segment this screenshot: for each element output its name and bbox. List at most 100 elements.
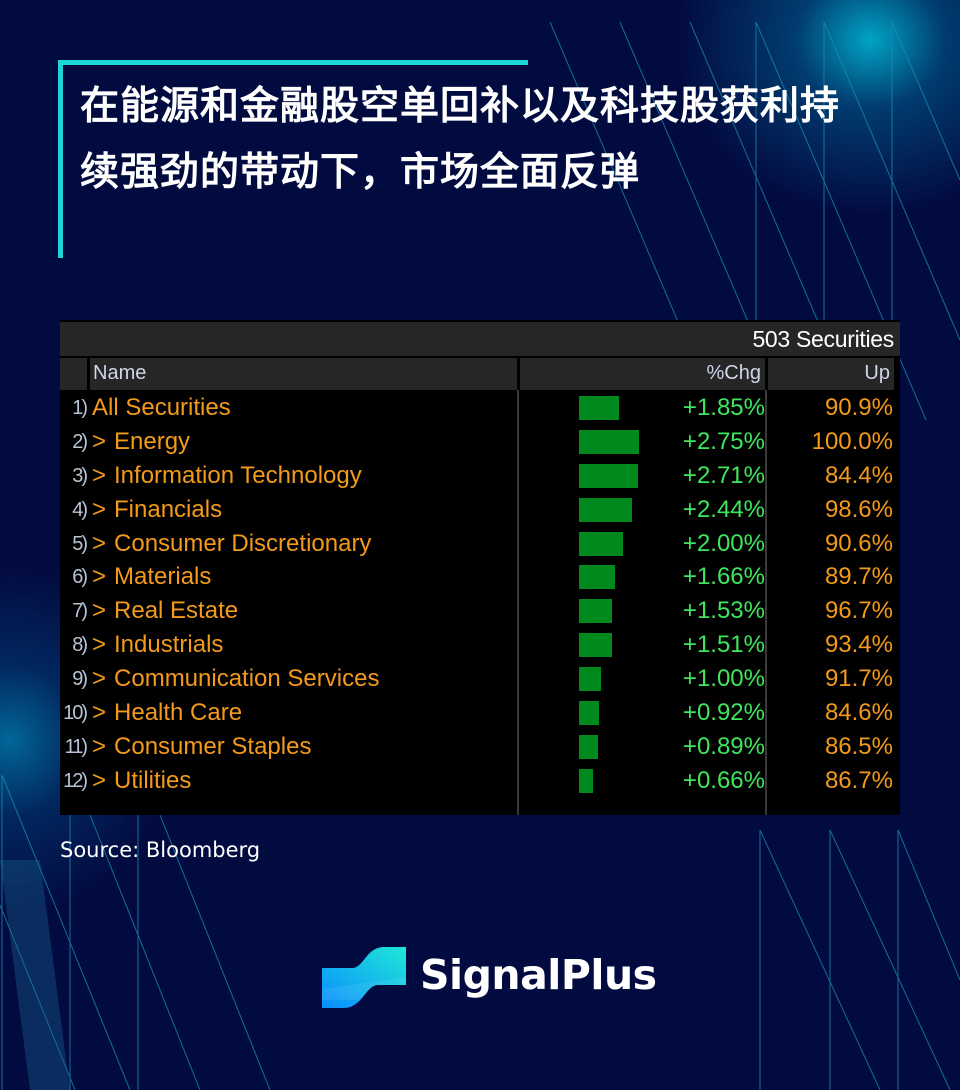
chg-bar [579,768,593,793]
row-name[interactable]: > Health Care [92,696,242,730]
row-chg-value: +2.75% [682,427,765,455]
table-row[interactable]: 11) > Consumer Staples +0.89% 86.5% [60,730,900,764]
table-row[interactable]: 2) > Energy +2.75% 100.0% [60,425,900,459]
row-name-label: Utilities [114,766,192,794]
expand-chevron-icon[interactable]: > [92,530,106,557]
row-name-label: Information Technology [114,461,362,489]
table-row[interactable]: 9) > Communication Services +1.00% 91.7% [60,662,900,696]
row-name[interactable]: > Real Estate [92,594,238,628]
row-name-label: Communication Services [114,665,380,693]
row-chg-value: +2.71% [682,461,765,489]
table-row[interactable]: 8) > Industrials +1.51% 93.4% [60,628,900,662]
row-up-value: 86.7% [824,766,893,794]
row-index: 1) [72,397,88,419]
chg-bar [579,734,598,759]
chg-bar [579,599,612,624]
row-name-label: Financials [114,495,223,523]
row-name[interactable]: > Consumer Discretionary [92,527,371,561]
chg-bar [579,396,619,420]
expand-chevron-icon[interactable]: > [92,496,106,523]
chg-bar [579,531,623,556]
brand-name: SignalPlus [420,951,657,999]
headline-accent-bar-top [58,60,528,65]
row-chg-value: +1.66% [682,563,765,591]
table-row[interactable]: 3) > Information Technology +2.71% 84.4% [60,459,900,493]
row-index: 5) [72,532,88,555]
row-chg-value: +0.89% [682,732,765,760]
row-name[interactable]: > Communication Services [92,662,379,696]
row-name[interactable]: > Utilities [92,764,191,798]
row-index: 3) [72,464,88,487]
row-index: 12) [63,769,88,792]
column-header-index [60,358,87,390]
row-name[interactable]: > Energy [92,425,190,459]
row-up-value: 90.6% [824,529,893,557]
table-summary-header: 503 Securities [60,322,900,356]
headline: 在能源和金融股空单回补以及科技股获利持续强劲的带动下，市场全面反弹 [80,84,841,195]
chg-bar [579,667,601,692]
expand-chevron-icon[interactable]: > [92,462,106,489]
row-index: 10) [63,702,88,725]
row-chg-value: +0.92% [682,699,765,727]
row-index: 6) [72,566,88,589]
row-name-label: Materials [114,563,212,591]
row-up-value: 89.7% [824,563,893,591]
table-row[interactable]: 7) > Real Estate +1.53% 96.7% [60,594,900,628]
row-name[interactable]: > Consumer Staples [92,730,311,764]
row-up-value: 86.5% [824,732,893,760]
signalplus-logo: SignalPlus [320,945,657,1015]
signalplus-logo-icon [322,947,406,1008]
row-chg-value: +1.51% [682,631,765,659]
row-name-label: Consumer Discretionary [114,529,372,557]
row-chg-value: +2.44% [682,495,765,523]
expand-chevron-icon[interactable]: > [92,699,106,726]
row-chg-value: +0.66% [682,766,765,794]
row-name-label: Real Estate [114,597,239,625]
column-header-name[interactable]: Name [90,358,517,390]
column-header-up[interactable]: Up [768,358,894,390]
expand-chevron-icon[interactable]: > [92,665,106,692]
row-name-label: All Securities [92,394,231,421]
row-index: 7) [72,600,88,623]
expand-chevron-icon[interactable]: > [92,563,106,590]
row-index: 8) [72,634,88,657]
expand-chevron-icon[interactable]: > [92,597,106,624]
chg-bar [579,633,612,658]
row-up-value: 90.9% [824,394,893,421]
row-name-label: Consumer Staples [114,732,312,760]
row-name[interactable]: > Information Technology [92,459,362,493]
source-note: Source: Bloomberg [60,838,261,862]
row-name-label: Health Care [114,699,243,727]
chg-bar [579,701,599,726]
expand-chevron-icon[interactable]: > [92,428,106,455]
row-name-label: Industrials [114,631,224,659]
table-row[interactable]: 1) All Securities +1.85% 90.9% [60,391,900,425]
table-row[interactable]: 4) > Financials +2.44% 98.6% [60,493,900,527]
table-column-header: Name %Chg Up [60,358,900,390]
row-chg-value: +2.00% [682,529,765,557]
table-row[interactable]: 12) > Utilities +0.66% 86.7% [60,764,900,798]
expand-chevron-icon[interactable]: > [92,767,106,794]
table-row[interactable]: 5) > Consumer Discretionary +2.00% 90.6% [60,527,900,561]
row-name[interactable]: All Securities [92,391,231,425]
headline-accent-bar-left [58,60,63,258]
expand-chevron-icon[interactable]: > [92,733,106,760]
row-index: 9) [72,668,88,691]
row-name[interactable]: > Financials [92,493,222,527]
row-index: 2) [72,430,88,453]
sector-performance-table: 503 Securities Name %Chg Up 1) All Securi… [60,320,900,815]
row-up-value: 96.7% [824,597,893,625]
row-name[interactable]: > Industrials [92,628,223,662]
chg-bar [579,565,615,590]
row-up-value: 98.6% [824,495,893,523]
expand-chevron-icon[interactable]: > [92,631,106,658]
row-name[interactable]: > Materials [92,560,211,594]
row-up-value: 84.4% [824,461,893,489]
column-header-chg[interactable]: %Chg [520,358,765,390]
row-chg-value: +1.53% [682,597,765,625]
table-row[interactable]: 6) > Materials +1.66% 89.7% [60,560,900,594]
row-up-value: 100.0% [811,427,893,455]
row-chg-value: +1.85% [682,394,765,421]
row-name-label: Energy [114,427,191,455]
table-row[interactable]: 10) > Health Care +0.92% 84.6% [60,696,900,730]
